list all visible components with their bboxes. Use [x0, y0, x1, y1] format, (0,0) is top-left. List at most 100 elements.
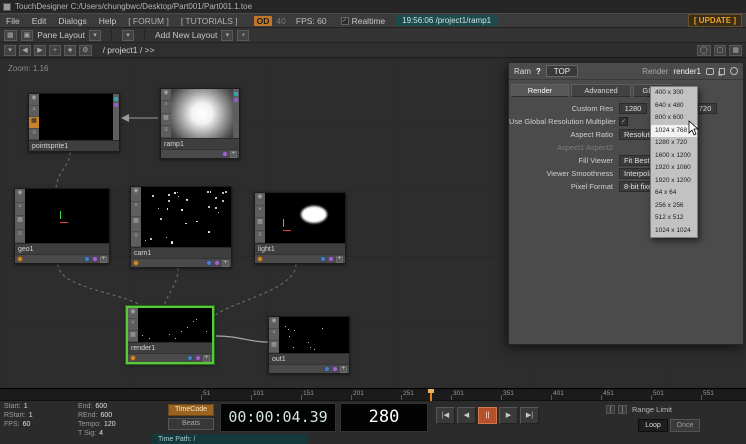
flag-dot-blue[interactable]	[320, 256, 326, 262]
viewer-flag-icon[interactable]: ◉	[128, 308, 138, 319]
viewer-flag-icon[interactable]: ◉	[29, 94, 39, 106]
node-flag-strip[interactable]: ◉ × ▦	[269, 317, 279, 353]
bypass-flag-icon[interactable]: ×	[29, 106, 39, 118]
loop-button[interactable]: Loop	[638, 419, 668, 432]
step-back-button[interactable]: ◀	[457, 407, 476, 424]
render-flag-icon[interactable]: ≡	[255, 231, 265, 244]
resolution-menu-item[interactable]: 400 x 300	[651, 87, 697, 100]
bypass-flag-icon[interactable]: ×	[269, 329, 279, 341]
realtime-checkbox[interactable]: ✓	[341, 17, 349, 25]
od-button[interactable]: OD	[254, 16, 273, 26]
resolution-menu-item[interactable]: 512 x 512	[651, 212, 697, 225]
node-viewport[interactable]	[25, 189, 109, 243]
jump-end-button[interactable]: ▶|	[520, 407, 539, 424]
resolution-menu-item[interactable]: 256 x 256	[651, 200, 697, 213]
pane-square-icon[interactable]: ▢	[714, 45, 727, 56]
viewer-flag-icon[interactable]: ◉	[255, 193, 265, 206]
node-render1[interactable]: ◉ × ▦ render1 +	[126, 306, 214, 364]
flag-dot-orange[interactable]	[133, 260, 139, 266]
node-flag-strip[interactable]: ◉ × ▦ ≡	[131, 187, 141, 247]
pane-layout-label[interactable]: Pane Layout	[37, 30, 85, 40]
render-flag-icon[interactable]: ≡	[29, 129, 39, 141]
flag-dot-purple[interactable]	[222, 151, 228, 157]
node-flag-strip[interactable]: ◉ × ▦ ≡	[255, 193, 265, 243]
layout-split-icon[interactable]: ▣	[21, 30, 34, 41]
node-out1[interactable]: ◉ × ▦ out1 +	[268, 316, 350, 374]
bookmark-star-icon[interactable]: ★	[64, 45, 76, 56]
pane-layout-dropdown-icon[interactable]: ▾	[89, 30, 101, 41]
breadcrumb[interactable]: / project1 / >>	[103, 45, 155, 55]
layout-preset-dropdown-icon[interactable]: ▾	[122, 30, 134, 41]
tab-advanced[interactable]: Advanced	[571, 84, 631, 97]
display-flag-icon[interactable]: ▦	[29, 117, 39, 129]
beats-button[interactable]: Beats	[168, 418, 214, 430]
bypass-flag-icon[interactable]: ×	[15, 203, 25, 217]
flag-dot-blue[interactable]	[324, 366, 330, 372]
display-flag-icon[interactable]: ▦	[269, 341, 279, 353]
display-flag-icon[interactable]: ▦	[161, 114, 171, 126]
pane-menu-dropdown-icon[interactable]: ▾	[4, 45, 16, 56]
bypass-flag-icon[interactable]: ×	[128, 319, 138, 330]
pause-button[interactable]: ||	[478, 407, 497, 424]
menu-dialogs[interactable]: Dialogs	[52, 16, 92, 26]
node-viewport[interactable]	[279, 317, 349, 353]
display-flag-icon[interactable]: ▦	[128, 331, 138, 342]
resolution-menu[interactable]: 400 x 300640 x 480800 x 6001024 x 768128…	[650, 86, 698, 238]
node-cam1[interactable]: ◉ × ▦ ≡ cam1 +	[130, 186, 232, 268]
resolution-menu-item[interactable]: 1280 x 720	[651, 137, 697, 150]
comment-icon[interactable]	[706, 68, 714, 75]
help-icon[interactable]: ?	[536, 67, 541, 76]
resolution-menu-item[interactable]: 1920 x 1080	[651, 162, 697, 175]
layout-grid-icon[interactable]: ▦	[4, 30, 17, 41]
resolution-menu-item[interactable]: 1024 x 768	[651, 125, 697, 138]
resolution-menu-item[interactable]: 1920 x 1200	[651, 175, 697, 188]
timeline-ruler[interactable]: 51101151201251301351401451501551	[0, 388, 746, 400]
bypass-flag-icon[interactable]: ×	[161, 101, 171, 113]
resolution-menu-item[interactable]: 800 x 600	[651, 112, 697, 125]
bypass-flag-icon[interactable]: ×	[131, 202, 141, 217]
forum-button[interactable]: [ FORUM ]	[122, 16, 175, 26]
display-flag-icon[interactable]: ▦	[15, 216, 25, 230]
resolution-menu-item[interactable]: 1600 x 1200	[651, 150, 697, 163]
display-flag-icon[interactable]: ▦	[131, 217, 141, 232]
tutorials-button[interactable]: [ TUTORIALS ]	[175, 16, 244, 26]
node-viewport[interactable]	[138, 308, 212, 342]
flag-dot-orange[interactable]	[257, 256, 263, 262]
timecode-button[interactable]: TimeCode	[168, 404, 214, 416]
resolution-multiplier-checkbox[interactable]: ✓	[619, 117, 628, 126]
viewer-flag-icon[interactable]: ◉	[161, 89, 171, 101]
playhead[interactable]	[430, 389, 432, 401]
resolution-menu-item[interactable]: 64 x 64	[651, 187, 697, 200]
add-flag-icon[interactable]: +	[203, 355, 210, 362]
bypass-flag-icon[interactable]: ×	[255, 206, 265, 219]
once-button[interactable]: Once	[670, 419, 700, 432]
flag-dot-purple[interactable]	[332, 366, 338, 372]
node-viewport[interactable]	[171, 89, 233, 138]
add-flag-icon[interactable]: +	[230, 151, 237, 158]
pane-grid-icon[interactable]: ▦	[729, 45, 742, 56]
add-layout-plus-icon[interactable]: +	[237, 30, 249, 41]
add-flag-icon[interactable]: +	[336, 256, 343, 263]
render-flag-icon[interactable]: ≡	[15, 230, 25, 244]
add-flag-icon[interactable]: +	[340, 366, 347, 373]
menu-help[interactable]: Help	[93, 16, 122, 26]
node-ramp1[interactable]: ◉ × ▦ ≡ ramp1 +	[160, 88, 240, 159]
node-viewport[interactable]	[141, 187, 231, 247]
node-pointsprite1[interactable]: ◉ × ▦ ≡ pointsprite1	[28, 93, 120, 152]
gear-icon[interactable]: ⚙	[79, 45, 91, 56]
render-flag-icon[interactable]: ≡	[161, 126, 171, 138]
add-layout-dropdown-icon[interactable]: ▾	[221, 30, 233, 41]
range-bracket-right-icon[interactable]: ]	[618, 405, 627, 414]
jump-start-button[interactable]: |◀	[436, 407, 455, 424]
node-flag-strip[interactable]: ◉ × ▦ ≡	[29, 94, 39, 140]
tab-render[interactable]: Render	[511, 84, 569, 97]
node-geo1[interactable]: ◉ × ▦ ≡ geo1 +	[14, 188, 110, 264]
flag-dot-purple[interactable]	[195, 355, 201, 361]
flag-dot-purple[interactable]	[92, 256, 98, 262]
context-button[interactable]: TOP	[546, 65, 578, 77]
flag-dot-blue[interactable]	[187, 355, 193, 361]
range-bracket-left-icon[interactable]: [	[606, 405, 615, 414]
menu-file[interactable]: File	[0, 16, 26, 26]
custom-res-width-field[interactable]: 1280	[619, 103, 647, 114]
language-toggle-icon[interactable]	[730, 67, 738, 75]
